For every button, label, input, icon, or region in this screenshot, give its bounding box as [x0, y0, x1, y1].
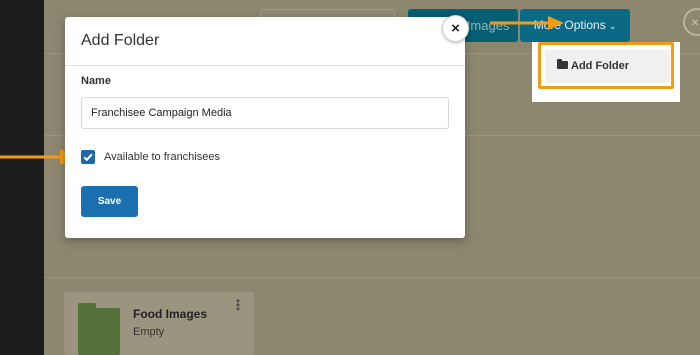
name-field-label: Name — [81, 75, 111, 87]
annotation-highlight-box — [538, 42, 674, 89]
close-icon: × — [691, 14, 700, 30]
dialog-title: Add Folder — [81, 32, 160, 49]
add-folder-dialog: Add Folder Name Available to franchisees… — [65, 17, 465, 238]
chevron-down-icon: ⌄ — [608, 21, 617, 31]
folder-name-input[interactable] — [81, 97, 449, 129]
save-button[interactable]: Save — [81, 186, 138, 217]
folder-name: Food Images — [133, 307, 208, 321]
dialog-divider — [65, 65, 465, 66]
divider — [44, 277, 700, 278]
dialog-close-button[interactable]: × — [442, 15, 469, 42]
annotation-arrow — [490, 16, 564, 30]
folder-status: Empty — [133, 326, 165, 338]
left-sidebar — [0, 0, 44, 355]
checkmark-icon — [83, 153, 93, 162]
franchisee-checkbox[interactable] — [81, 150, 95, 164]
folder-card[interactable]: Food Images Empty • • • — [64, 292, 254, 355]
kebab-menu-icon[interactable]: • • • — [235, 295, 241, 315]
close-icon: × — [451, 20, 460, 37]
folder-icon — [78, 303, 120, 355]
franchisee-checkbox-label: Available to franchisees — [104, 151, 220, 163]
